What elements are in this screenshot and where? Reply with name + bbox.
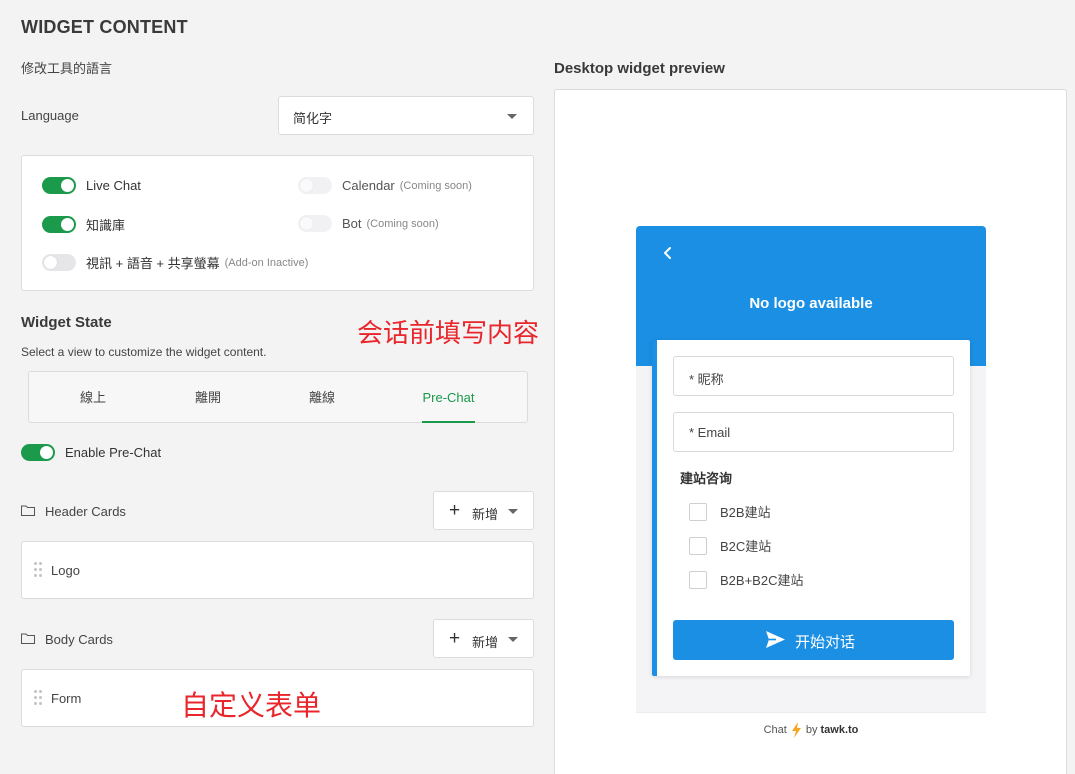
checkbox[interactable]: [689, 536, 707, 555]
feature-live-chat: Live Chat: [42, 177, 141, 194]
page-title: WIDGET CONTENT: [21, 17, 188, 37]
preview-title: Desktop widget preview: [554, 60, 725, 77]
header-cards-label: Header Cards: [45, 504, 126, 519]
feature-label: 視訊 + 語音 + 共享螢幕: [86, 256, 220, 271]
back-arrow-icon[interactable]: [660, 244, 676, 262]
add-button-label: 新增: [472, 635, 499, 650]
add-body-card-button[interactable]: + 新增: [433, 619, 534, 658]
feature-label: 知識庫: [86, 218, 126, 233]
folder-icon: [21, 633, 35, 644]
live-chat-toggle[interactable]: [42, 177, 76, 194]
calendar-toggle[interactable]: [298, 177, 332, 194]
form-annotation: 自定义表单: [181, 689, 322, 722]
body-cards-label: Body Cards: [45, 632, 113, 647]
tab-offline[interactable]: 離線: [293, 372, 351, 423]
name-field[interactable]: * 昵称: [673, 356, 954, 396]
card-name: Logo: [51, 563, 80, 578]
checkbox-group-label: 建站咨询: [680, 471, 733, 486]
folder-icon: [21, 505, 35, 516]
feature-label: Calendar: [342, 178, 395, 193]
tab-online[interactable]: 線上: [64, 372, 122, 423]
start-chat-label: 开始对话: [795, 634, 856, 651]
language-prompt: 修改工具的語言: [21, 61, 113, 76]
add-button-label: 新增: [472, 507, 499, 522]
drag-handle-icon[interactable]: [34, 690, 42, 706]
language-select-value: 简化字: [293, 111, 333, 126]
feature-knowledge-base: 知識庫: [42, 215, 125, 234]
language-select[interactable]: 简化字: [278, 96, 534, 135]
card-name: Form: [51, 691, 82, 706]
option-b2c[interactable]: B2C建站: [689, 536, 771, 555]
option-b2b[interactable]: B2B建站: [689, 502, 771, 521]
option-b2b-b2c[interactable]: B2B+B2C建站: [689, 570, 803, 589]
checkbox[interactable]: [689, 570, 707, 589]
add-header-card-button[interactable]: + 新增: [433, 491, 534, 530]
footer-brand[interactable]: tawk.to: [820, 724, 858, 736]
feature-note: (Coming soon): [399, 179, 472, 192]
option-label: B2C建站: [720, 539, 772, 554]
chevron-down-icon: [507, 114, 517, 119]
widget-state-tabs: 線上 離開 離線 Pre-Chat: [28, 371, 528, 423]
footer-by-text: by: [805, 724, 818, 736]
widget-state-title: Widget State: [21, 314, 112, 331]
language-label: Language: [21, 108, 79, 123]
pre-chat-form: * 昵称 * Email 建站咨询 B2B建站 B2C建站 B2B+B2C建站 …: [652, 340, 970, 676]
checkbox[interactable]: [689, 502, 707, 521]
knowledge-base-toggle[interactable]: [42, 216, 76, 233]
widget-header-text: No logo available: [749, 295, 873, 312]
plus-icon: +: [449, 628, 461, 649]
chevron-down-icon: [508, 509, 518, 514]
feature-label: Bot: [342, 216, 362, 231]
tab-away[interactable]: 離開: [179, 372, 237, 423]
widget-footer: Chat by tawk.to: [636, 712, 986, 746]
footer-chat-text: Chat: [763, 724, 787, 736]
option-label: B2B建站: [720, 505, 771, 520]
header-card-logo[interactable]: Logo: [21, 541, 534, 599]
option-label: B2B+B2C建站: [720, 573, 804, 588]
prechat-annotation: 会话前填写内容: [357, 319, 540, 349]
feature-note: (Add-on Inactive): [224, 256, 309, 269]
plus-icon: +: [449, 500, 461, 521]
send-icon: [766, 631, 785, 648]
widget-state-subtitle: Select a view to customize the widget co…: [21, 345, 267, 359]
feature-note: (Coming soon): [366, 217, 439, 230]
email-field[interactable]: * Email: [673, 412, 954, 452]
feature-bot: Bot (Coming soon): [298, 215, 439, 232]
feature-label: Live Chat: [86, 178, 141, 193]
enable-pre-chat-label: Enable Pre-Chat: [65, 445, 162, 460]
feature-toggles-panel: Live Chat Calendar (Coming soon) 知識庫 Bot…: [21, 155, 534, 291]
chevron-down-icon: [508, 637, 518, 642]
enable-pre-chat-row: Enable Pre-Chat: [21, 444, 161, 461]
start-chat-button[interactable]: 开始对话: [673, 620, 954, 660]
lightning-icon: [791, 722, 801, 738]
tab-pre-chat[interactable]: Pre-Chat: [422, 372, 475, 423]
feature-calendar: Calendar (Coming soon): [298, 177, 472, 194]
enable-pre-chat-toggle[interactable]: [21, 444, 55, 461]
bot-toggle[interactable]: [298, 215, 332, 232]
drag-handle-icon[interactable]: [34, 562, 42, 578]
feature-video-voice: 視訊 + 語音 + 共享螢幕 (Add-on Inactive): [42, 253, 308, 272]
chat-widget-preview: No logo available * 昵称 * Email 建站咨询 B2B建…: [636, 226, 986, 746]
video-voice-toggle[interactable]: [42, 254, 76, 271]
